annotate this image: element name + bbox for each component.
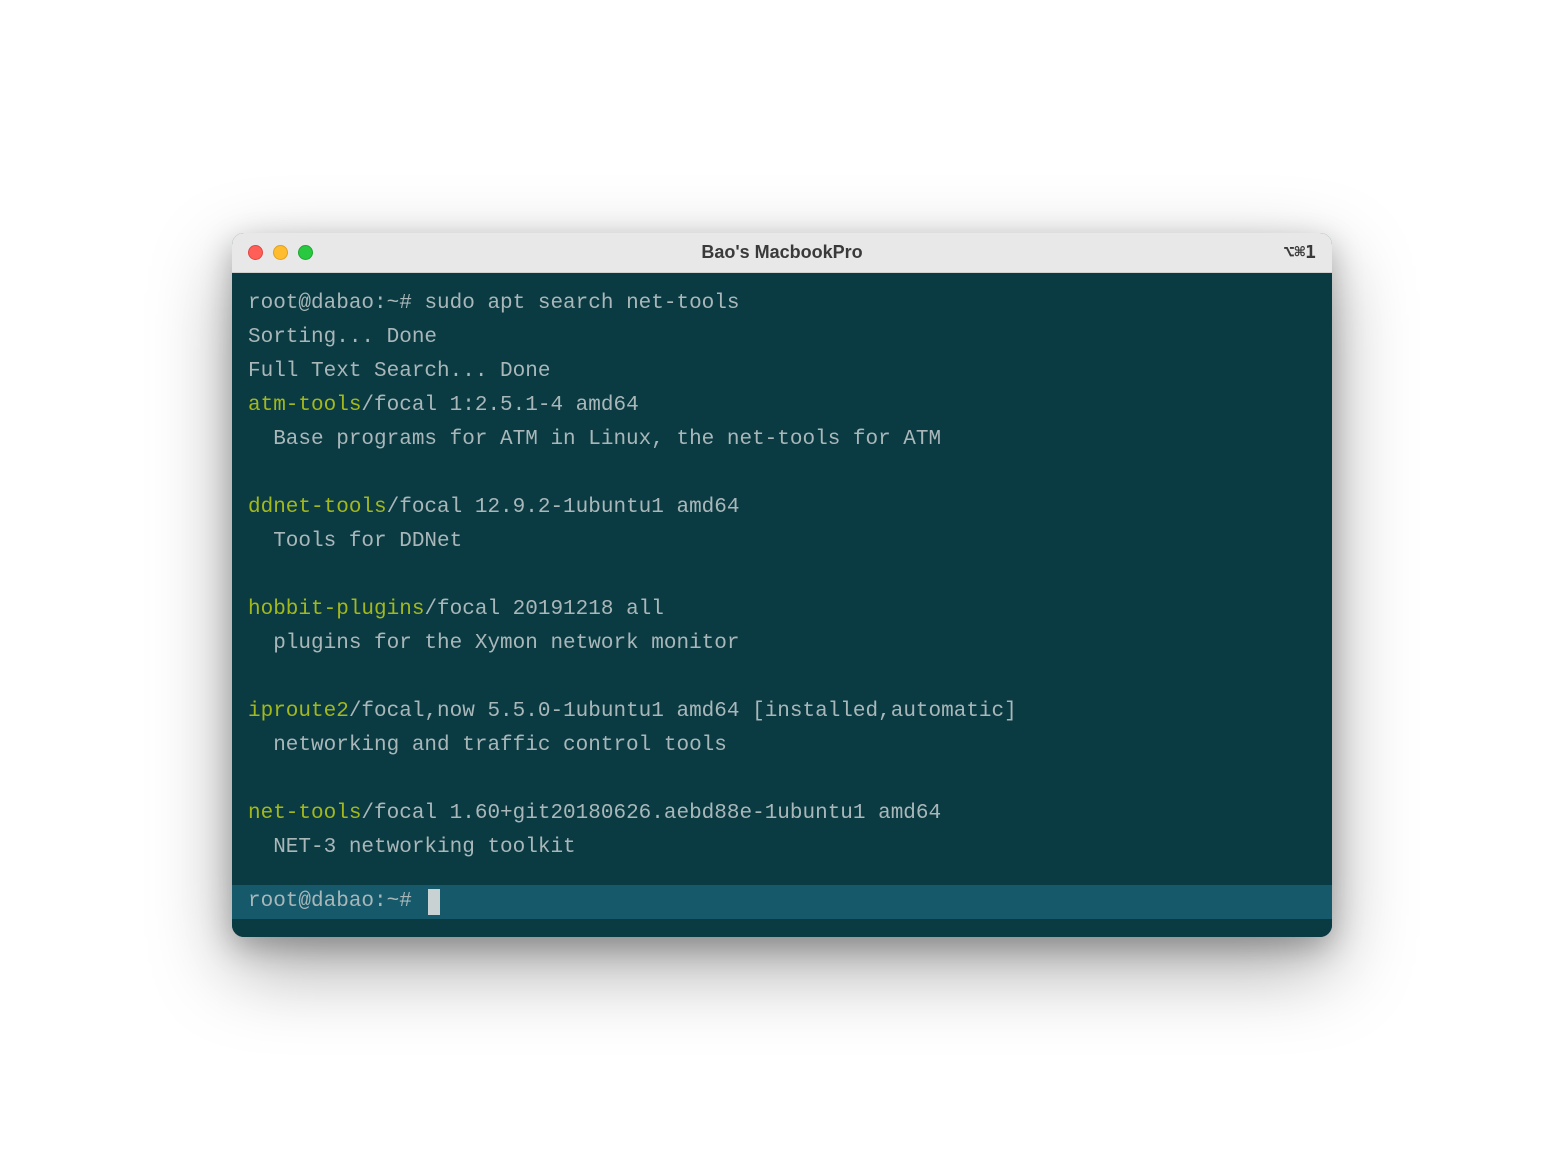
package-desc: Base programs for ATM in Linux, the net-… [232, 423, 1332, 457]
package-desc: networking and traffic control tools [232, 729, 1332, 763]
package-meta: /focal 1.60+git20180626.aebd88e-1ubuntu1… [361, 802, 941, 825]
minimize-icon[interactable] [273, 245, 288, 260]
titlebar: Bao's MacbookPro ⌥⌘1 [232, 233, 1332, 273]
command-text: sudo apt search net-tools [424, 292, 739, 315]
window-title: Bao's MacbookPro [701, 242, 862, 263]
package-header: ddnet-tools/focal 12.9.2-1ubuntu1 amd64 [232, 491, 1332, 525]
command-line: root@dabao:~# sudo apt search net-tools [232, 287, 1332, 321]
prompt-text: root@dabao:~# [248, 292, 424, 315]
traffic-lights [248, 245, 313, 260]
package-meta: /focal 1:2.5.1-4 amd64 [361, 394, 638, 417]
package-header: net-tools/focal 1.60+git20180626.aebd88e… [232, 797, 1332, 831]
maximize-icon[interactable] [298, 245, 313, 260]
package-meta: /focal 12.9.2-1ubuntu1 amd64 [387, 496, 740, 519]
package-desc: Tools for DDNet [232, 525, 1332, 559]
active-prompt-line[interactable]: root@dabao:~# [232, 885, 1332, 919]
blank-line [232, 763, 1332, 797]
terminal-window: Bao's MacbookPro ⌥⌘1 root@dabao:~# sudo … [232, 233, 1332, 937]
package-name: iproute2 [248, 700, 349, 723]
status-line: Sorting... Done [232, 321, 1332, 355]
cursor-icon [428, 889, 440, 915]
package-desc: NET-3 networking toolkit [232, 831, 1332, 865]
package-name: atm-tools [248, 394, 361, 417]
package-header: hobbit-plugins/focal 20191218 all [232, 593, 1332, 627]
package-name: hobbit-plugins [248, 598, 424, 621]
package-meta: /focal 20191218 all [424, 598, 663, 621]
package-name: net-tools [248, 802, 361, 825]
package-desc: plugins for the Xymon network monitor [232, 627, 1332, 661]
status-line: Full Text Search... Done [232, 355, 1332, 389]
package-header: atm-tools/focal 1:2.5.1-4 amd64 [232, 389, 1332, 423]
close-icon[interactable] [248, 245, 263, 260]
package-meta: /focal,now 5.5.0-1ubuntu1 amd64 [install… [349, 700, 1017, 723]
blank-line [232, 457, 1332, 491]
terminal-body[interactable]: root@dabao:~# sudo apt search net-tools … [232, 273, 1332, 937]
blank-line [232, 661, 1332, 695]
active-prompt-text: root@dabao:~# [248, 885, 424, 919]
shortcut-label: ⌥⌘1 [1283, 242, 1316, 263]
package-header: iproute2/focal,now 5.5.0-1ubuntu1 amd64 … [232, 695, 1332, 729]
blank-line [232, 559, 1332, 593]
package-name: ddnet-tools [248, 496, 387, 519]
